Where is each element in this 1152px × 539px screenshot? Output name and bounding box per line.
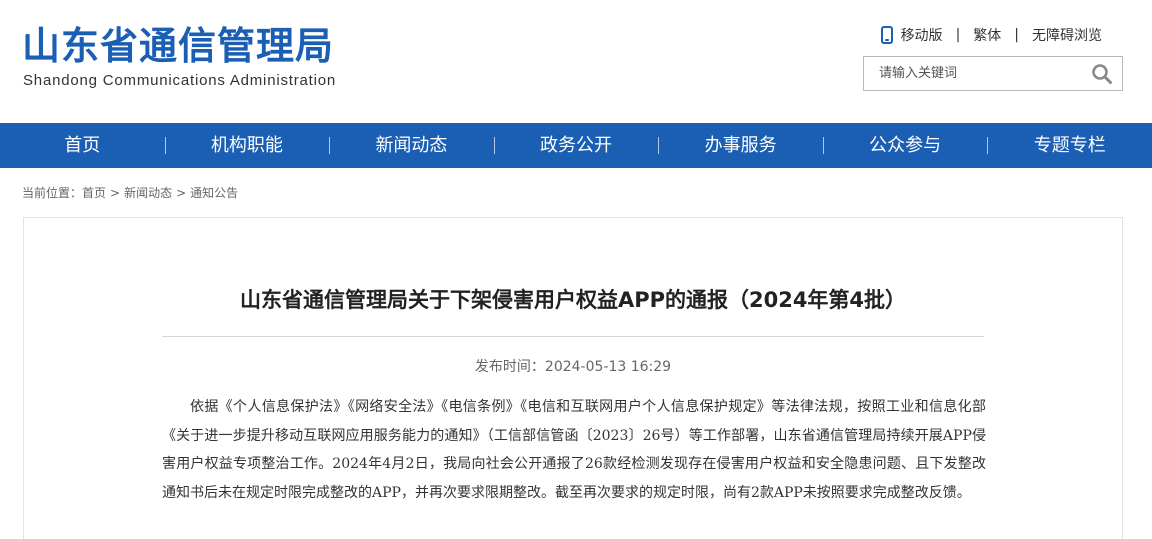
breadcrumb-notices[interactable]: 通知公告	[190, 186, 238, 200]
nav-item-news[interactable]: 新闻动态	[329, 123, 494, 168]
breadcrumb-arrow: >	[176, 186, 187, 200]
accessibility-link[interactable]: 无障碍浏览	[1032, 25, 1102, 45]
site-logo-title[interactable]: 山东省通信管理局	[22, 22, 334, 70]
breadcrumb-arrow: >	[110, 186, 121, 200]
top-links: 移动版 | 繁体 | 无障碍浏览	[880, 24, 1102, 46]
nav-item-services[interactable]: 办事服务	[658, 123, 823, 168]
article-title: 山东省通信管理局关于下架侵害用户权益APP的通报（2024年第4批）	[239, 288, 907, 312]
title-divider	[162, 336, 984, 337]
main-nav: 首页 机构职能 新闻动态 政务公开 办事服务 公众参与 专题专栏	[0, 123, 1152, 168]
site-header: 山东省通信管理局 Shandong Communications Adminis…	[0, 0, 1152, 123]
nav-item-government-affairs[interactable]: 政务公开	[493, 123, 659, 168]
nav-item-organization[interactable]: 机构职能	[164, 123, 330, 168]
nav-item-special-topics[interactable]: 专题专栏	[987, 123, 1152, 168]
breadcrumb-prefix: 当前位置：	[22, 186, 83, 200]
nav-item-home[interactable]: 首页	[0, 123, 165, 168]
search-button[interactable]	[1090, 62, 1114, 86]
site-logo-subtitle: Shandong Communications Administration	[23, 72, 337, 89]
phone-icon	[880, 26, 893, 44]
nav-item-public-participation[interactable]: 公众参与	[822, 123, 988, 168]
search-box	[863, 56, 1123, 91]
article-paragraph: 依据《个人信息保护法》《网络安全法》《电信条例》《电信和互联网用户个人信息保护规…	[162, 399, 986, 501]
breadcrumb: 当前位置：首页 > 新闻动态 > 通知公告	[22, 184, 238, 201]
mobile-version-link[interactable]: 移动版	[880, 25, 943, 45]
top-link-separator: |	[1014, 27, 1019, 43]
publish-date: 发布时间：2024-05-13 16:29	[474, 359, 672, 375]
search-icon	[1092, 64, 1112, 84]
top-link-separator: |	[955, 27, 961, 43]
breadcrumb-news[interactable]: 新闻动态	[124, 186, 172, 200]
traditional-chinese-link[interactable]: 繁体	[973, 25, 1001, 45]
search-input[interactable]	[864, 57, 1079, 90]
mobile-version-label: 移动版	[900, 28, 943, 44]
breadcrumb-home[interactable]: 首页	[82, 186, 106, 200]
article-container: 山东省通信管理局关于下架侵害用户权益APP的通报（2024年第4批） 发布时间：…	[23, 217, 1123, 539]
